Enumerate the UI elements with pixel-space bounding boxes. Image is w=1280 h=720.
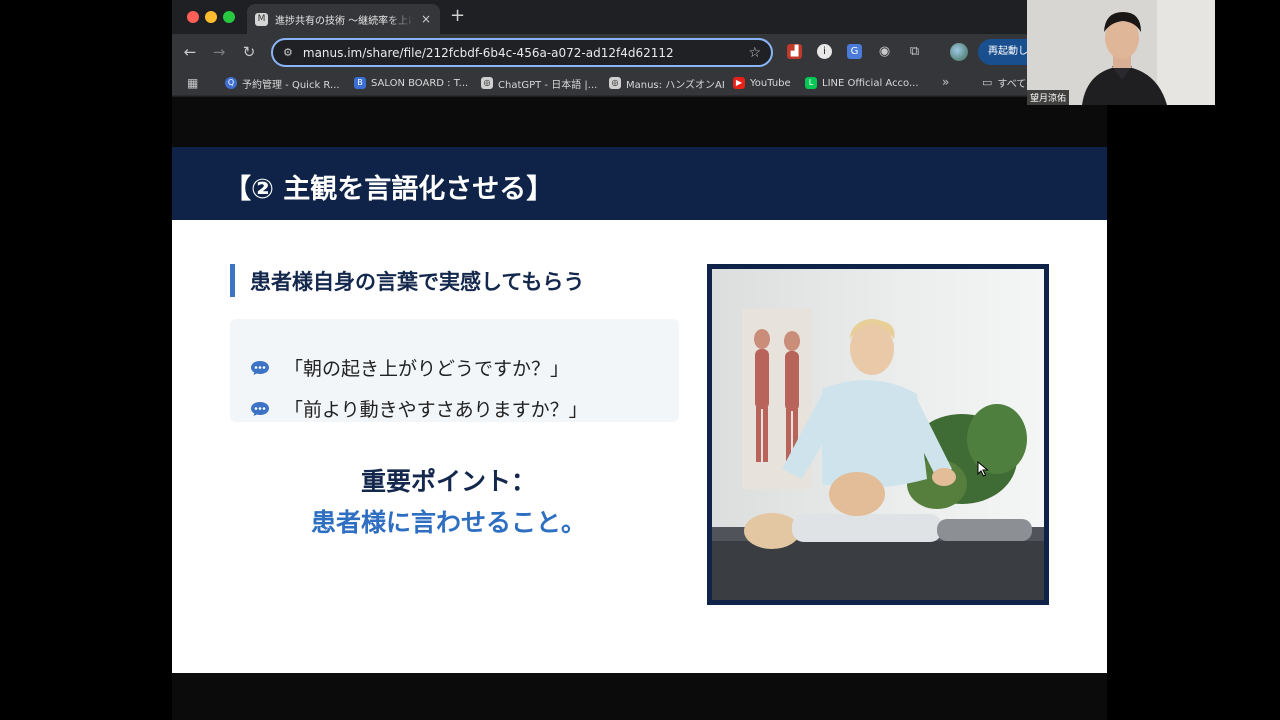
- subtitle-accent-bar: [230, 264, 235, 297]
- chat-bubble-icon: [251, 360, 269, 375]
- slide-subtitle: 患者様自身の言葉で実感してもらう: [250, 270, 585, 294]
- bookmark-label: LINE Official Acco...: [822, 77, 919, 89]
- bookmark-label: 予約管理 - Quick R...: [242, 79, 340, 91]
- address-bar[interactable]: ⚙ manus.im/share/file/212fcbdf-6b4c-456a…: [271, 38, 773, 67]
- bookmark-folder-label: すべて: [997, 79, 1027, 90]
- bookmark-label: SALON BOARD : T...: [371, 77, 469, 89]
- quote-text: 「朝の起き上がりどうですか？」: [284, 358, 570, 380]
- reload-button[interactable]: ↻: [239, 42, 259, 62]
- tab-title: 進捗共有の技術 〜継続率を上げる: [275, 15, 415, 27]
- puzzle-extension-icon[interactable]: ⧉: [907, 44, 922, 59]
- mouse-cursor-icon: [977, 461, 989, 477]
- bookmark-folder-all[interactable]: ▭ すべて: [982, 75, 1026, 90]
- bookmark-favicon-icon: ◎: [609, 77, 621, 89]
- browser-window: M 進捗共有の技術 〜継続率を上げる × + ← → ↻ ⚙ manus.im/…: [172, 0, 1107, 720]
- tab-bar: M 進捗共有の技術 〜継続率を上げる × +: [172, 0, 1107, 34]
- therapist-treatment-photo: [712, 269, 1044, 600]
- bookmark-line-official[interactable]: L LINE Official Acco...: [805, 75, 919, 91]
- browser-tab-active[interactable]: M 進捗共有の技術 〜継続率を上げる ×: [247, 4, 440, 34]
- site-info-icon[interactable]: ⚙: [283, 46, 293, 59]
- url-text[interactable]: manus.im/share/file/212fcbdf-6b4c-456a-a…: [303, 46, 749, 60]
- webcam-name-label: 望月涼佑: [1027, 90, 1070, 105]
- bookmark-favicon-icon: ◎: [481, 77, 493, 89]
- camera-extension-icon[interactable]: ◉: [877, 44, 892, 59]
- info-extension-icon[interactable]: i: [817, 44, 832, 59]
- close-window-button[interactable]: [187, 11, 199, 23]
- line-icon: L: [805, 77, 817, 89]
- slide-header: 【② 主観を言語化させる】: [172, 147, 1107, 220]
- apps-grid-icon[interactable]: ▦: [187, 76, 198, 90]
- new-tab-button[interactable]: +: [450, 6, 465, 26]
- folder-icon: ▭: [982, 76, 993, 89]
- page-content: 【② 主観を言語化させる】 患者様自身の言葉で実感してもらう 「朝の起き上がりど…: [172, 97, 1107, 720]
- quote-item: 「前より動きやすさありますか？」: [250, 395, 588, 422]
- bookmark-manus[interactable]: ◎ Manus: ハンズオンAI: [609, 75, 725, 91]
- bookmarks-overflow-icon[interactable]: »: [942, 75, 949, 89]
- bookmark-salon-board[interactable]: B SALON BOARD : T...: [354, 75, 468, 91]
- tab-favicon-icon: M: [255, 12, 268, 26]
- bookmark-star-icon[interactable]: ☆: [748, 45, 761, 61]
- key-point-text: 患者様に言わせること。: [310, 508, 586, 537]
- slide-photo-frame: [707, 264, 1049, 605]
- bookmark-quick-reservation[interactable]: Q 予約管理 - Quick R...: [225, 75, 340, 91]
- bookmark-label: ChatGPT - 日本語 |...: [498, 79, 598, 91]
- maximize-window-button[interactable]: [223, 11, 235, 23]
- screen: M 進捗共有の技術 〜継続率を上げる × + ← → ↻ ⚙ manus.im/…: [0, 0, 1280, 720]
- page-bottom-bar: [172, 673, 1107, 720]
- youtube-icon: ▶: [733, 77, 745, 89]
- profile-avatar[interactable]: [950, 43, 968, 61]
- quote-text: 「前より動きやすさありますか？」: [284, 399, 588, 421]
- chat-bubble-icon: [251, 401, 269, 416]
- bookmarks-bar: ▦ Q 予約管理 - Quick R... B SALON BOARD : T.…: [172, 70, 1107, 96]
- tab-close-icon[interactable]: ×: [421, 12, 431, 26]
- forward-button[interactable]: →: [209, 42, 229, 62]
- quote-item: 「朝の起き上がりどうですか？」: [250, 354, 569, 381]
- key-point-label: 重要ポイント：: [360, 467, 536, 496]
- presentation-slide: 【② 主観を言語化させる】 患者様自身の言葉で実感してもらう 「朝の起き上がりど…: [172, 147, 1107, 673]
- slide-title: 【② 主観を言語化させる】: [224, 174, 554, 205]
- minimize-window-button[interactable]: [205, 11, 217, 23]
- bookmark-favicon-icon: B: [354, 77, 366, 89]
- bookmark-youtube[interactable]: ▶ YouTube: [733, 75, 791, 91]
- browser-toolbar: ← → ↻ ⚙ manus.im/share/file/212fcbdf-6b4…: [172, 34, 1107, 70]
- bookmark-chatgpt[interactable]: ◎ ChatGPT - 日本語 |...: [481, 75, 597, 91]
- quote-box: 「朝の起き上がりどうですか？」 「前より動きやすさありますか？」: [230, 319, 679, 422]
- webcam-overlay: 望月涼佑: [1027, 0, 1215, 105]
- chart-extension-icon[interactable]: ▟: [787, 44, 802, 59]
- bookmark-label: YouTube: [750, 77, 791, 89]
- back-button[interactable]: ←: [180, 42, 200, 62]
- translate-extension-icon[interactable]: G: [847, 44, 862, 59]
- bookmark-label: Manus: ハンズオンAI: [626, 79, 725, 91]
- bookmark-favicon-icon: Q: [225, 77, 237, 89]
